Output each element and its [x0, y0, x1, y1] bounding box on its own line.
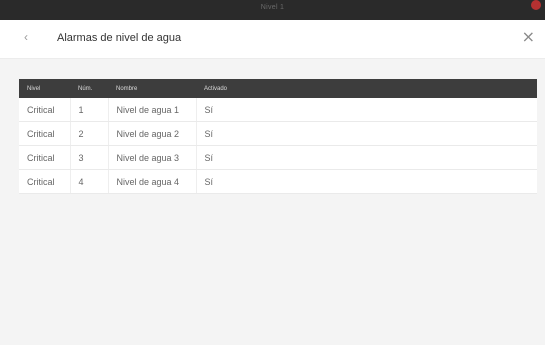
alarms-table: Nivel Núm. Nombre Activado Critical 1 Ni…	[19, 79, 537, 194]
column-header-nivel: Nivel	[19, 79, 70, 98]
table-row[interactable]: Critical 2 Nivel de agua 2 Sí	[19, 121, 537, 146]
cell-activado: Sí	[196, 121, 537, 146]
cell-nombre: Nivel de agua 3	[108, 145, 197, 170]
column-header-nombre: Nombre	[108, 79, 196, 98]
cell-nombre: Nivel de agua 1	[108, 98, 197, 122]
cell-nivel: Critical	[19, 98, 71, 122]
window-title: Nivel 1	[260, 4, 285, 11]
cell-nivel: Critical	[19, 169, 71, 194]
cell-nombre: Nivel de agua 4	[108, 169, 197, 194]
back-chevron-icon[interactable]: ‹	[24, 30, 28, 44]
table-row[interactable]: Critical 3 Nivel de agua 3 Sí	[19, 145, 537, 170]
cell-num: 1	[70, 98, 109, 122]
cell-nivel: Critical	[19, 121, 71, 146]
cell-activado: Sí	[196, 98, 537, 122]
close-dot-icon[interactable]	[531, 0, 541, 10]
table-header-row: Nivel Núm. Nombre Activado	[19, 79, 537, 98]
column-header-activado: Activado	[196, 79, 537, 98]
table-row[interactable]: Critical 4 Nivel de agua 4 Sí	[19, 169, 537, 194]
cell-num: 2	[70, 121, 109, 146]
cell-num: 4	[70, 169, 109, 194]
title-bar: Nivel 1	[0, 0, 545, 20]
cell-num: 3	[70, 145, 109, 170]
dialog-header: ‹ Alarmas de nivel de agua ×	[0, 20, 545, 59]
dialog-content: Nivel Núm. Nombre Activado Critical 1 Ni…	[0, 59, 545, 345]
cell-nivel: Critical	[19, 145, 71, 170]
close-icon[interactable]: ×	[522, 27, 535, 47]
column-header-num: Núm.	[70, 79, 108, 98]
dialog-title: Alarmas de nivel de agua	[57, 32, 182, 44]
cell-activado: Sí	[196, 145, 537, 170]
table-row[interactable]: Critical 1 Nivel de agua 1 Sí	[19, 98, 537, 122]
cell-activado: Sí	[196, 169, 537, 194]
cell-nombre: Nivel de agua 2	[108, 121, 197, 146]
